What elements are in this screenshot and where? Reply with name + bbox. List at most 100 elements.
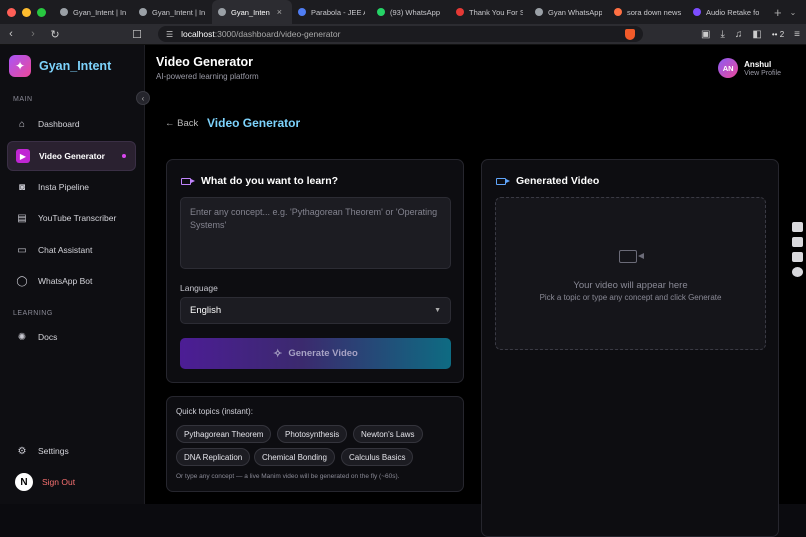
browser-tabs: Gyan_Intent | In Gyan_Intent | In Gyan_Int… (54, 0, 766, 24)
sidebar-item-label: Chat Assistant (38, 245, 93, 255)
instagram-icon: ◙ (18, 181, 26, 193)
topic-chip[interactable]: DNA Replication (176, 448, 251, 466)
video-icon: ▶ (16, 149, 30, 163)
url-field[interactable]: ☰ localhost:3000/dashboard/video-generat… (158, 26, 643, 42)
chevron-down-icon: ▼ (434, 307, 441, 314)
topic-chip[interactable]: Photosynthesis (277, 425, 348, 443)
sidebar-toggle-icon[interactable]: ◧ (752, 29, 761, 40)
browser-tab[interactable]: Gyan_Intent | In (133, 0, 212, 24)
view-profile-link[interactable]: View Profile (744, 70, 781, 77)
sidebar-item-video-generator[interactable]: ▶ Video Generator (7, 141, 136, 171)
home-icon: ⌂ (18, 118, 26, 130)
media-icon[interactable]: ♫ (735, 29, 743, 40)
sidebar-item-label: YouTube Transcriber (38, 213, 117, 223)
camera-icon[interactable] (791, 222, 803, 232)
tab-favicon-icon (456, 8, 464, 16)
brand[interactable]: ✦ Gyan_Intent (9, 55, 111, 77)
quick-topics-label: Quick topics (instant): (176, 407, 253, 416)
browser-tab[interactable]: Thank You For S (450, 0, 529, 24)
tab-favicon-icon (218, 8, 226, 16)
main-content: Video Generator AI-powered learning plat… (145, 45, 806, 537)
tab-list-chevron-icon[interactable]: ⌄ (790, 8, 806, 17)
topic-chip[interactable]: Chemical Bonding (254, 448, 335, 466)
close-window-button[interactable] (7, 7, 16, 17)
browser-tab[interactable]: (93) WhatsApp (371, 0, 450, 24)
avatar: AN (718, 58, 739, 78)
quick-topics-card: Quick topics (instant): Pythagorean Theo… (166, 396, 464, 492)
browser-tab[interactable]: sora down news (608, 0, 687, 24)
concept-input[interactable]: Enter any concept... e.g. 'Pythagorean T… (180, 197, 451, 269)
collapse-sidebar-button[interactable]: ‹ (136, 91, 150, 105)
minimize-window-button[interactable] (22, 7, 31, 17)
topic-chip[interactable]: Newton's Laws (353, 425, 423, 443)
placeholder-hint: Pick a topic or type any concept and cli… (539, 293, 722, 302)
output-card: Generated Video Your video will appear h… (481, 159, 779, 537)
tab-label: (93) WhatsApp (390, 7, 441, 17)
sidebar-item-label: WhatsApp Bot (38, 276, 93, 286)
gear-icon[interactable] (791, 267, 803, 277)
download-icon[interactable]: ⤓ (721, 29, 725, 40)
topic-chip[interactable]: Pythagorean Theorem (176, 425, 272, 443)
sidebar-item-chat-assistant[interactable]: ▭ Chat Assistant (7, 235, 136, 265)
active-indicator-dot (122, 154, 126, 158)
extensions-button[interactable]: •• 2 (772, 30, 784, 39)
section-label-main: MAIN (13, 96, 33, 103)
menu-icon[interactable]: ≡ (794, 29, 800, 40)
floating-toolbar (790, 222, 804, 277)
sidebar-item-label: Settings (38, 446, 69, 456)
tab-label: Gyan_Inten (231, 7, 270, 17)
sparkle-icon: ✧ (273, 348, 283, 360)
bookmark-icon[interactable]: ☐ (132, 28, 142, 41)
reload-icon[interactable]: ↻ (50, 28, 60, 41)
back-arrow-icon[interactable]: ‹ (6, 28, 16, 40)
sidebar-item-dashboard[interactable]: ⌂ Dashboard (7, 109, 136, 139)
language-select[interactable]: English ▼ (180, 297, 451, 324)
video-camera-icon (619, 250, 644, 263)
brand-name: Gyan_Intent (39, 59, 112, 73)
video-camera-icon (181, 177, 195, 185)
quick-topics-note: Or type any concept — a live Manim video… (176, 473, 400, 480)
sidebar-item-insta-pipeline[interactable]: ◙ Insta Pipeline (7, 172, 136, 202)
window-controls (0, 7, 54, 17)
sign-out-label: Sign Out (42, 477, 76, 487)
sidebar-item-youtube-transcriber[interactable]: ▤ YouTube Transcriber (7, 203, 136, 233)
sidebar-item-label: Insta Pipeline (38, 182, 90, 192)
tab-label: Gyan WhatsApp (548, 7, 602, 17)
whatsapp-icon: ◯ (16, 275, 28, 287)
browser-tab[interactable]: Gyan_Intent | In (54, 0, 133, 24)
sidebar-item-settings[interactable]: ⚙ Settings (7, 436, 136, 466)
browser-tab[interactable]: Gyan WhatsApp (529, 0, 608, 24)
sidebar-item-whatsapp-bot[interactable]: ◯ WhatsApp Bot (7, 266, 136, 296)
user-name: Anshul (744, 59, 772, 69)
close-tab-icon[interactable]: × (277, 7, 282, 17)
generate-video-button[interactable]: ✧ Generate Video (180, 338, 451, 369)
maximize-window-button[interactable] (37, 7, 46, 17)
new-tab-button[interactable]: + (766, 5, 790, 20)
placeholder-title: Your video will appear here (573, 280, 688, 291)
browser-toolbar: ▣ ⤓ ♫ ◧ •• 2 ≡ (701, 29, 800, 40)
page-subtitle: AI-powered learning platform (156, 72, 259, 81)
user-avatar: N (15, 473, 33, 491)
sign-out-button[interactable]: N Sign Out (7, 467, 136, 497)
window-icon[interactable] (791, 252, 803, 262)
browser-tab[interactable]: Gyan_Inten × (212, 0, 292, 24)
brave-shield-icon[interactable] (625, 28, 635, 40)
user-profile[interactable]: AN Anshul View Profile (718, 58, 781, 78)
sidebar-item-docs[interactable]: ✺ Docs (7, 322, 136, 352)
screen-cast-icon[interactable]: ▣ (701, 29, 710, 40)
forward-arrow-icon[interactable]: › (28, 28, 38, 40)
back-button[interactable]: ← Back (165, 118, 198, 129)
tab-label: Gyan_Intent | In (152, 7, 206, 17)
topic-chip[interactable]: Calculus Basics (341, 448, 414, 466)
tab-favicon-icon (535, 8, 543, 16)
site-info-icon[interactable]: ☰ (166, 30, 173, 39)
language-label: Language (180, 283, 218, 293)
section-label-learning: LEARNING (13, 310, 53, 317)
sidebar-item-label: Dashboard (38, 119, 80, 129)
browser-tab[interactable]: Parabola - JEE A (292, 0, 371, 24)
chat-icon: ▭ (17, 244, 27, 256)
video-record-icon[interactable] (791, 237, 803, 247)
browser-tab[interactable]: Audio Retake fo (687, 0, 766, 24)
output-card-title: Generated Video (496, 175, 599, 187)
video-camera-icon (496, 177, 510, 185)
